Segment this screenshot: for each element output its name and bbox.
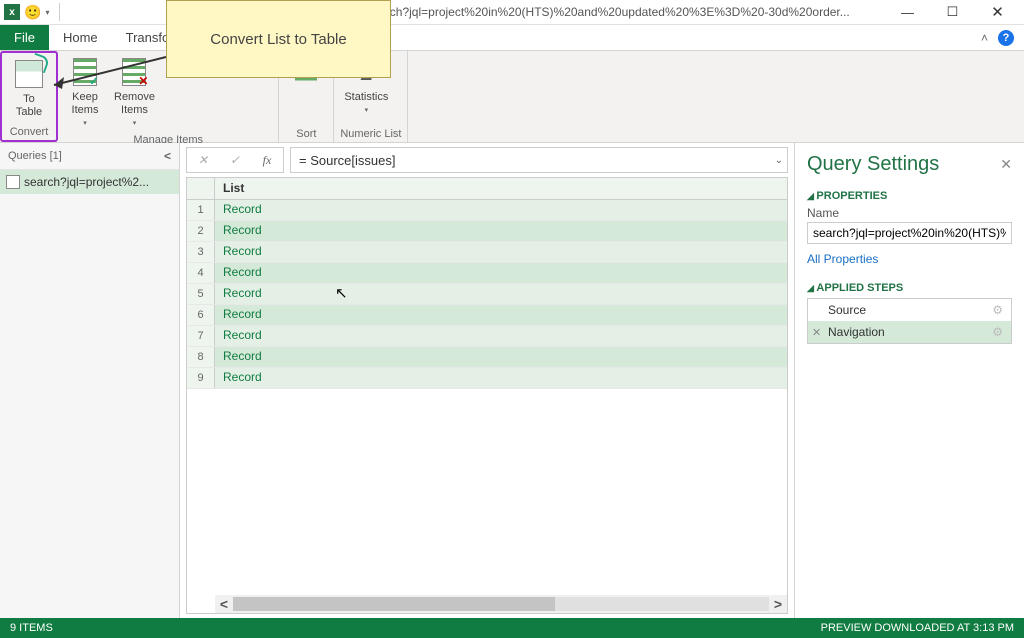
close-button[interactable]: ✕ <box>975 0 1020 25</box>
group-convert-label: Convert <box>8 124 50 138</box>
formula-cancel-icon[interactable]: ✕ <box>187 148 219 172</box>
excel-icon: x <box>4 4 20 20</box>
cell-value[interactable]: Record <box>215 242 787 262</box>
properties-section[interactable]: PROPERTIES <box>807 190 1012 202</box>
table-icon <box>15 60 43 88</box>
ribbon-collapse-icon[interactable]: ˄ <box>981 31 988 45</box>
table-row[interactable]: 3Record <box>187 242 787 263</box>
cell-value[interactable]: Record <box>215 368 787 388</box>
query-settings-pane: Query Settings ✕ PROPERTIES Name All Pro… <box>794 143 1024 618</box>
table-row[interactable]: 1Record <box>187 200 787 221</box>
applied-step[interactable]: ✕ Navigation ⚙ <box>808 321 1011 343</box>
to-table-button[interactable]: To Table <box>8 56 50 121</box>
row-number: 6 <box>187 305 215 325</box>
formula-dropdown-icon[interactable]: ⌄ <box>775 155 783 166</box>
window-title: search?jql=project%20in%20(HTS)%20and%20… <box>366 5 849 19</box>
row-number: 9 <box>187 368 215 388</box>
scroll-right-icon[interactable]: > <box>769 596 787 612</box>
divider <box>59 3 60 21</box>
maximize-button[interactable]: ☐ <box>930 0 975 25</box>
table-row[interactable]: 7Record <box>187 326 787 347</box>
to-table-label: To Table <box>16 93 42 119</box>
cell-value[interactable]: Record <box>215 284 787 304</box>
scroll-track[interactable] <box>233 597 769 611</box>
titlebar: x 🙂 ▾ search?jql=project%20in%20(HTS)%20… <box>0 0 1024 25</box>
gear-icon[interactable]: ⚙ <box>992 325 1003 339</box>
gear-icon[interactable]: ⚙ <box>992 303 1003 317</box>
cell-value[interactable]: Record <box>215 347 787 367</box>
cell-value[interactable]: Record <box>215 263 787 283</box>
callout-text: Convert List to Table <box>210 31 346 48</box>
cell-value[interactable]: Record <box>215 221 787 241</box>
status-item-count: 9 ITEMS <box>10 622 53 634</box>
column-header-list[interactable]: List <box>215 178 787 199</box>
queries-header: Queries [1] <box>8 150 62 162</box>
settings-title: Query Settings <box>807 153 939 176</box>
tab-file[interactable]: File <box>0 25 49 50</box>
data-grid: List 1Record2Record3Record4Record5Record… <box>186 177 788 614</box>
row-number-header <box>187 178 215 199</box>
query-name-input[interactable] <box>807 222 1012 244</box>
applied-steps-list: Source ⚙ ✕ Navigation ⚙ <box>807 298 1012 344</box>
table-row[interactable]: 6Record <box>187 305 787 326</box>
applied-steps-section[interactable]: APPLIED STEPS <box>807 282 1012 294</box>
scroll-thumb[interactable] <box>233 597 555 611</box>
applied-step[interactable]: Source ⚙ <box>808 299 1011 321</box>
tooltip-callout: Convert List to Table <box>166 0 391 78</box>
close-settings-icon[interactable]: ✕ <box>1000 156 1012 173</box>
help-icon[interactable]: ? <box>998 30 1014 46</box>
row-number: 2 <box>187 221 215 241</box>
queries-pane: Queries [1] < search?jql=project%2... <box>0 143 180 618</box>
table-row[interactable]: 8Record <box>187 347 787 368</box>
table-row[interactable]: 2Record <box>187 221 787 242</box>
table-row[interactable]: 9Record <box>187 368 787 389</box>
step-name: Navigation <box>828 325 885 339</box>
horizontal-scrollbar[interactable]: < > <box>215 595 787 613</box>
callout-arrow <box>48 55 168 95</box>
formula-commit-icon[interactable]: ✓ <box>219 148 251 172</box>
row-number: 4 <box>187 263 215 283</box>
minimize-button[interactable]: — <box>885 0 930 25</box>
row-number: 8 <box>187 347 215 367</box>
status-preview-time: PREVIEW DOWNLOADED AT 3:13 PM <box>821 622 1014 634</box>
body: Queries [1] < search?jql=project%2... ✕ … <box>0 143 1024 618</box>
cell-value[interactable]: Record <box>215 200 787 220</box>
query-item[interactable]: search?jql=project%2... <box>0 170 179 194</box>
row-number: 7 <box>187 326 215 346</box>
scroll-left-icon[interactable]: < <box>215 596 233 612</box>
group-sort-label: Sort <box>285 126 327 140</box>
status-bar: 9 ITEMS PREVIEW DOWNLOADED AT 3:13 PM <box>0 618 1024 638</box>
formula-text: = Source[issues] <box>299 153 395 168</box>
name-label: Name <box>807 206 1012 220</box>
cell-value[interactable]: Record <box>215 305 787 325</box>
data-pane: ✕ ✓ fx = Source[issues] ⌄ List 1Record2R… <box>180 143 794 618</box>
statistics-label: Statistics <box>344 91 388 104</box>
table-row[interactable]: 4Record <box>187 263 787 284</box>
formula-bar: ✕ ✓ fx = Source[issues] ⌄ <box>186 147 788 173</box>
step-name: Source <box>828 303 866 317</box>
formula-input[interactable]: = Source[issues] ⌄ <box>290 147 788 173</box>
row-number: 3 <box>187 242 215 262</box>
smiley-icon[interactable]: 🙂 <box>24 4 41 21</box>
cell-value[interactable]: Record <box>215 326 787 346</box>
collapse-queries-icon[interactable]: < <box>164 149 171 163</box>
table-row[interactable]: 5Record <box>187 284 787 305</box>
qat-dropdown-icon[interactable]: ▾ <box>45 8 49 17</box>
ribbon-tabs: File Home Transfor ˄ ? <box>0 25 1024 51</box>
tab-home[interactable]: Home <box>49 25 112 50</box>
all-properties-link[interactable]: All Properties <box>807 252 1012 266</box>
row-number: 1 <box>187 200 215 220</box>
row-number: 5 <box>187 284 215 304</box>
group-numeric-label: Numeric List <box>340 126 401 140</box>
delete-step-icon[interactable]: ✕ <box>812 326 821 339</box>
fx-icon[interactable]: fx <box>251 148 283 172</box>
